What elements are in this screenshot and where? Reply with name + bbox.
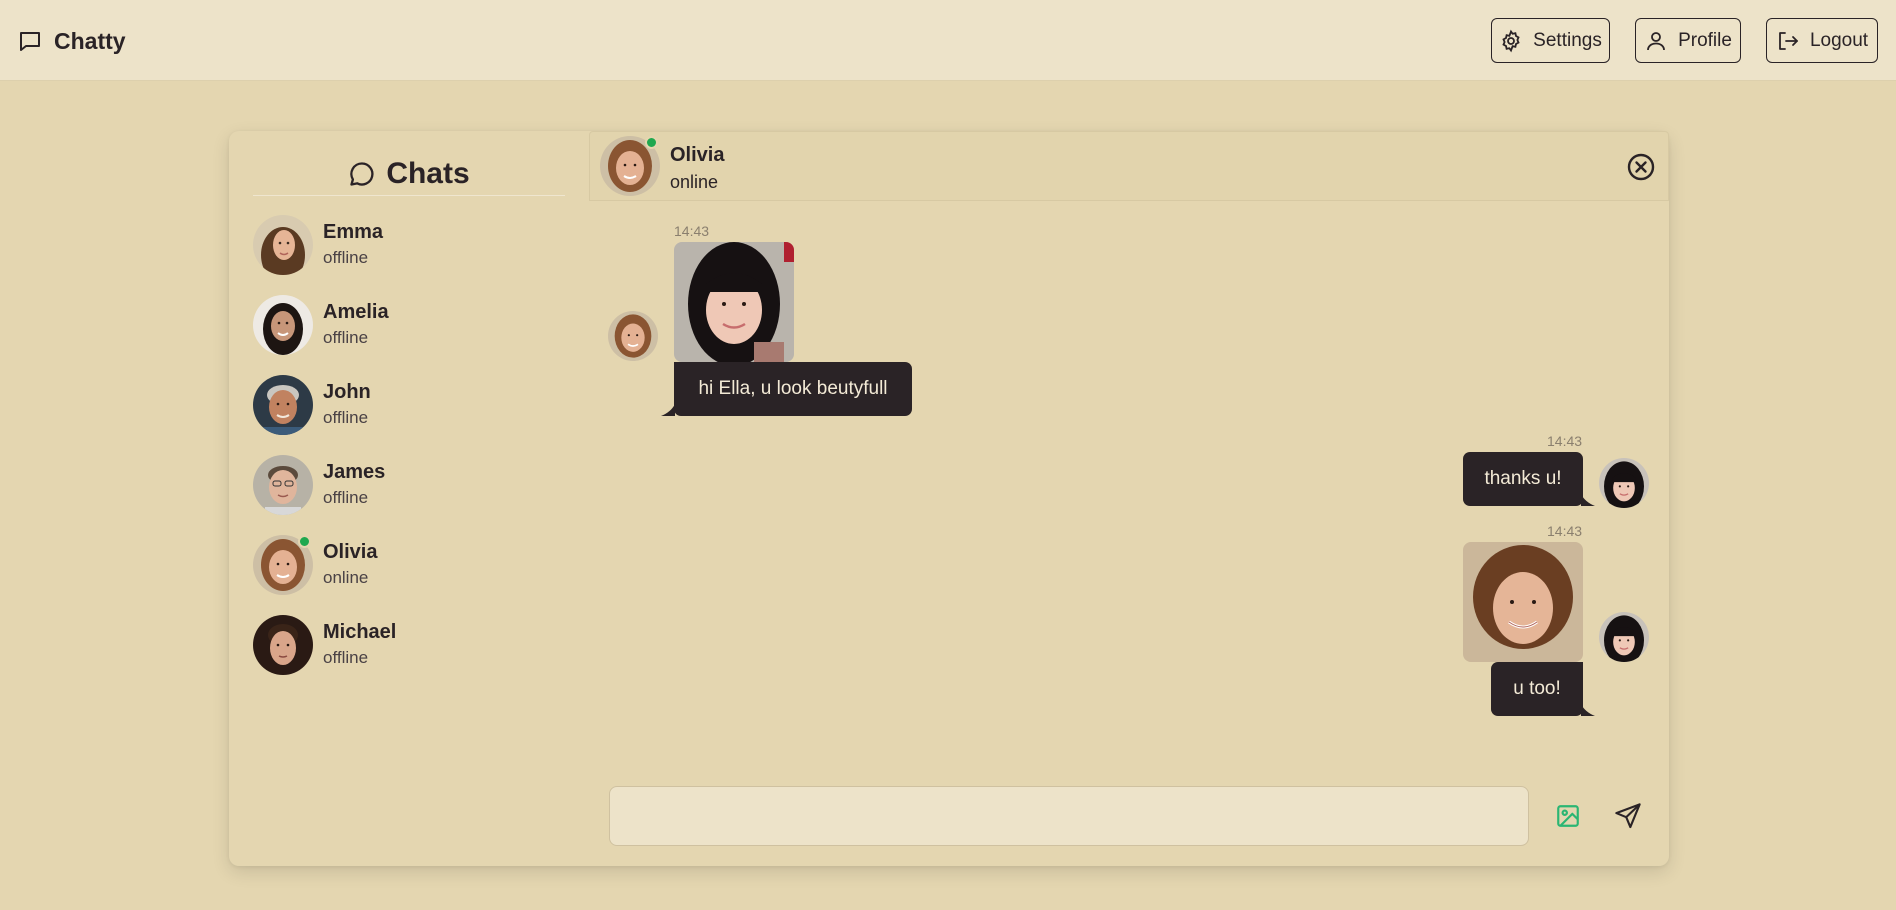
sidebar-divider [253, 195, 565, 196]
contact-status: offline [323, 328, 369, 347]
contact-name: Olivia [323, 541, 378, 563]
logout-button[interactable]: Logout [1766, 18, 1878, 63]
user-icon [1647, 31, 1665, 50]
chat-item-michael[interactable]: Michael offline [253, 605, 565, 685]
message-image[interactable] [1463, 542, 1583, 662]
chat-item-olivia[interactable]: Olivia online [253, 525, 565, 605]
avatar [253, 535, 313, 595]
chat-contact-status: online [670, 172, 719, 192]
message-bubble: hi Ella, u look beutyfull [674, 362, 912, 416]
chat-item-james[interactable]: James offline [253, 445, 565, 525]
my-avatar [1599, 612, 1649, 662]
top-navbar: Chatty Settings Profile Logout [0, 0, 1896, 81]
avatar [253, 455, 313, 515]
contact-status: offline [323, 408, 369, 427]
image-icon [1557, 805, 1579, 827]
message-bubble: u too! [1491, 662, 1583, 716]
chats-sidebar: Chats Emma offline Amelia offline John o… [253, 131, 565, 866]
chat-item-emma[interactable]: Emma offline [253, 205, 565, 285]
message-text: thanks u! [1484, 468, 1562, 489]
contact-status: offline [323, 488, 369, 507]
gear-icon [1502, 29, 1520, 52]
chat-contact-name: Olivia [670, 144, 725, 166]
bubble-tail [1581, 494, 1595, 506]
settings-button[interactable]: Settings [1491, 18, 1610, 63]
contact-status: online [323, 568, 369, 587]
message-text: hi Ella, u look beutyfull [698, 378, 888, 399]
my-avatar [1599, 458, 1649, 508]
settings-label: Settings [1533, 29, 1602, 51]
message-bubble: thanks u! [1463, 452, 1583, 506]
online-indicator [645, 136, 658, 149]
chat-item-amelia[interactable]: Amelia offline [253, 285, 565, 365]
contact-status: offline [323, 248, 369, 267]
message-time: 14:43 [674, 223, 710, 239]
logout-icon [1779, 31, 1798, 50]
message-text: u too! [1513, 678, 1561, 699]
close-circle-icon [1627, 153, 1655, 181]
contact-status: offline [323, 648, 369, 667]
sender-avatar [608, 311, 658, 361]
profile-label: Profile [1678, 29, 1732, 51]
message-input[interactable] [609, 786, 1529, 846]
sidebar-title: Chats [253, 153, 565, 195]
chat-item-john[interactable]: John offline [253, 365, 565, 445]
message-circle-icon [350, 162, 374, 186]
send-icon [1615, 803, 1641, 829]
contact-name: James [323, 461, 386, 483]
chat-header-avatar [600, 136, 660, 196]
chat-bubble-icon [20, 32, 40, 51]
avatar [253, 295, 313, 355]
chat-header: Olivia online [589, 131, 1669, 201]
brand[interactable]: Chatty [18, 24, 126, 58]
sidebar-title-text: Chats [386, 157, 470, 190]
contact-name: Emma [323, 221, 384, 243]
logout-label: Logout [1809, 29, 1869, 51]
app-name: Chatty [54, 27, 126, 54]
chat-list: Emma offline Amelia offline John offline… [253, 205, 565, 685]
online-indicator [298, 535, 311, 548]
attach-image-button[interactable] [1543, 791, 1593, 841]
contact-name: Michael [323, 621, 397, 643]
contact-name: Amelia [323, 301, 389, 323]
avatar [253, 375, 313, 435]
profile-button[interactable]: Profile [1635, 18, 1741, 63]
bubble-tail [1581, 704, 1595, 716]
chat-card: Chats Emma offline Amelia offline John o… [229, 131, 1669, 866]
message-time: 14:43 [1547, 523, 1583, 539]
avatar [253, 215, 313, 275]
send-button[interactable] [1603, 791, 1653, 841]
bubble-tail [661, 404, 675, 416]
close-chat-button[interactable] [1626, 152, 1656, 182]
message-image[interactable] [674, 242, 794, 362]
contact-name: John [323, 381, 371, 403]
avatar [253, 615, 313, 675]
message-time: 14:43 [1547, 433, 1583, 449]
